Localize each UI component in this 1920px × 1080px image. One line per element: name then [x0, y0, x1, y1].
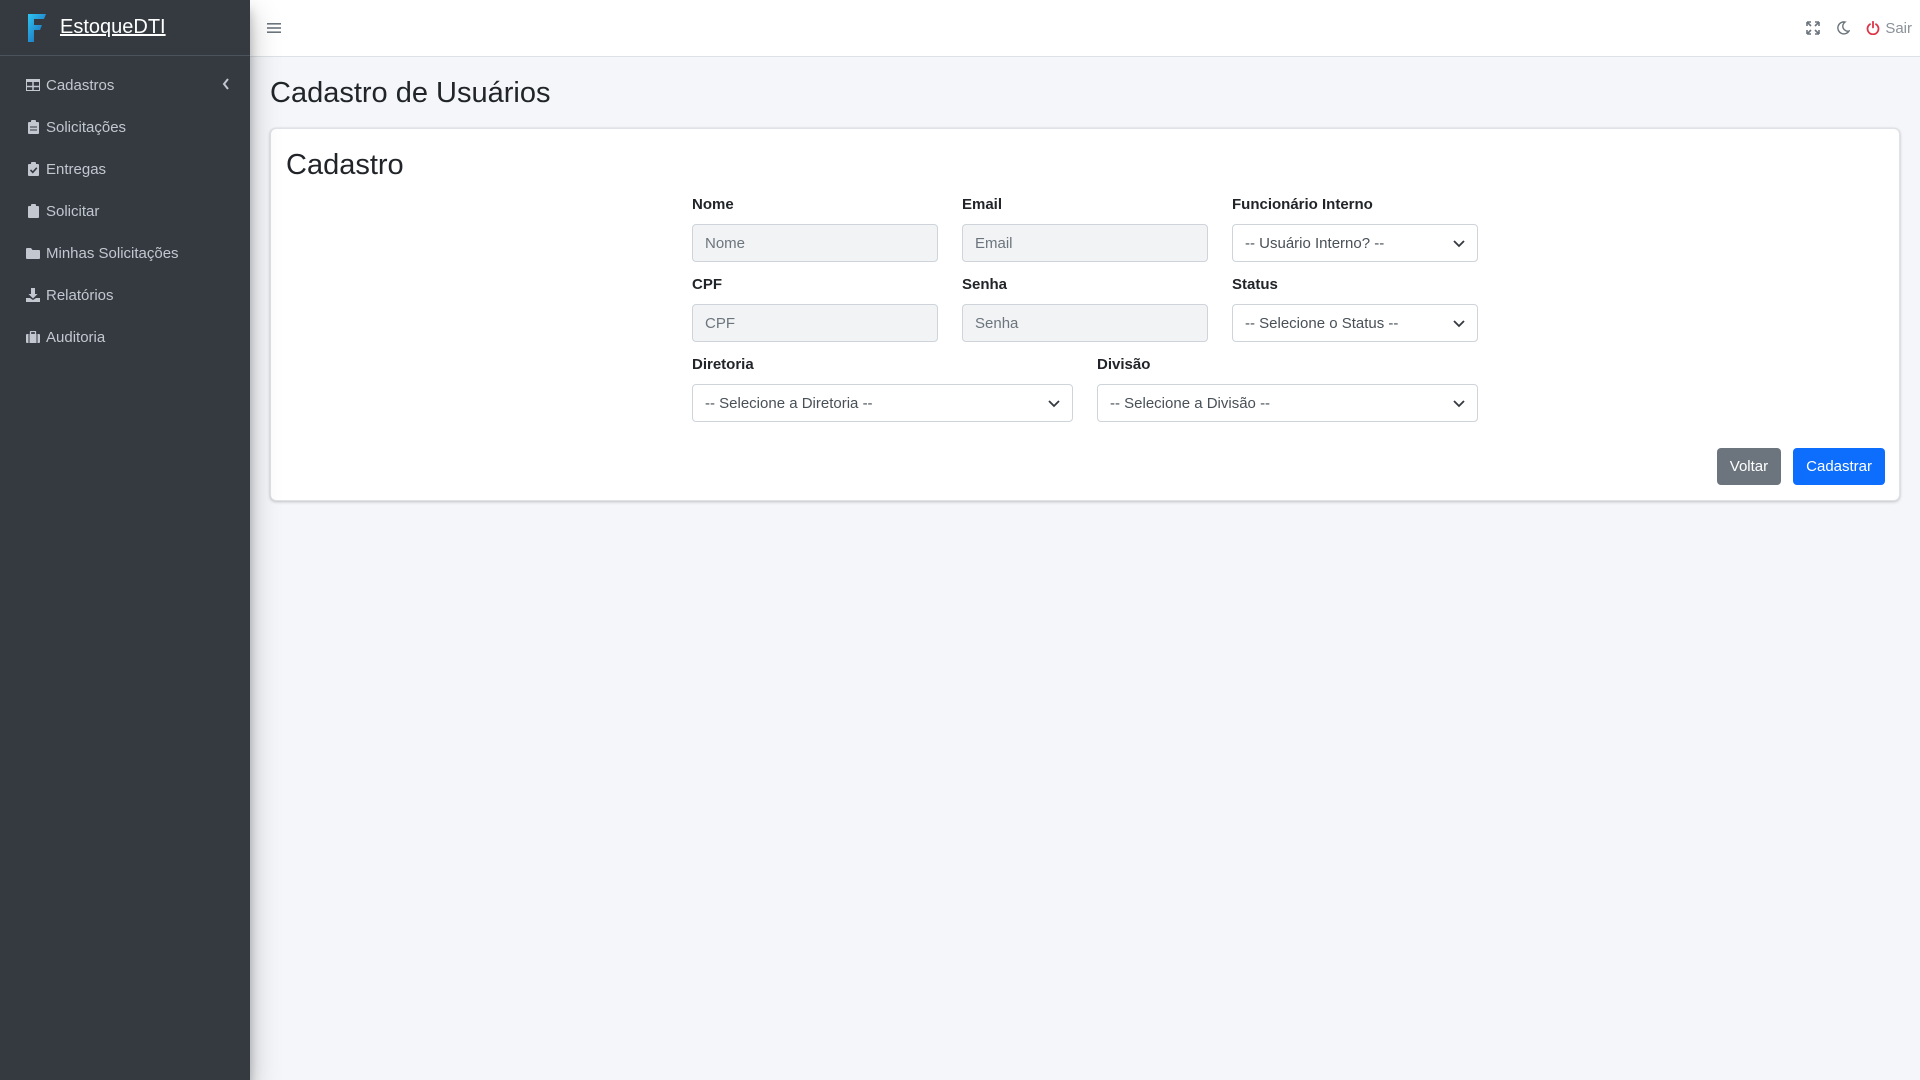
- registration-card: Cadastro Nome Nome Email Email Funcionár…: [270, 128, 1900, 501]
- topbar-actions: Sair: [1805, 20, 1912, 37]
- sidebar: EstoqueDTI Cadastros Solicitações Entreg…: [0, 0, 250, 1080]
- form-row: Diretoria -- Selecione a Diretoria -- Di…: [692, 355, 1482, 422]
- form-row: Nome Nome Email Email Funcionário Intern…: [692, 195, 1482, 262]
- sidebar-item-entregas[interactable]: Entregas: [0, 148, 250, 190]
- divisao-field-group: Divisão -- Selecione a Divisão --: [1097, 355, 1478, 422]
- senha-label: Senha: [962, 276, 1008, 293]
- briefcase-icon: [26, 330, 40, 344]
- sidebar-item-label: Minhas Solicitações: [46, 244, 179, 262]
- sidebar-item-label: Relatórios: [46, 286, 114, 304]
- senha-input[interactable]: Senha: [962, 304, 1208, 342]
- sidebar-item-label: Entregas: [46, 160, 107, 178]
- senha-field-group: Senha Senha: [962, 275, 1208, 342]
- hamburger-icon[interactable]: [258, 12, 290, 44]
- table-icon: [26, 78, 40, 92]
- divisao-select[interactable]: -- Selecione a Divisão --: [1097, 384, 1478, 422]
- cpf-field-group: CPF CPF: [692, 275, 938, 342]
- status-select-value: -- Selecione o Status --: [1245, 314, 1399, 332]
- main-content: Cadastro de Usuários Cadastro Nome Nome …: [250, 57, 1920, 501]
- chevron-down-icon: [1453, 235, 1465, 252]
- status-field-group: Status -- Selecione o Status --: [1232, 275, 1478, 342]
- clipboard-icon: [26, 204, 40, 218]
- diretoria-select-value: -- Selecione a Diretoria --: [705, 394, 873, 412]
- diretoria-select[interactable]: -- Selecione a Diretoria --: [692, 384, 1073, 422]
- divisao-label: Divisão: [1097, 356, 1151, 373]
- download-icon: [26, 288, 40, 302]
- topbar: Sair: [250, 0, 1920, 57]
- card-title: Cadastro: [286, 149, 404, 181]
- page-title: Cadastro de Usuários: [270, 77, 551, 109]
- diretoria-field-group: Diretoria -- Selecione a Diretoria --: [692, 355, 1073, 422]
- funcionario-select-value: -- Usuário Interno? --: [1245, 234, 1385, 252]
- clipboard-check-icon: [26, 162, 40, 176]
- logo-icon: [24, 12, 50, 44]
- submit-button[interactable]: Cadastrar: [1793, 448, 1885, 485]
- cpf-input[interactable]: CPF: [692, 304, 938, 342]
- brand-link[interactable]: EstoqueDTI: [0, 0, 250, 56]
- sidebar-item-label: Cadastros: [46, 76, 115, 94]
- sidebar-item-label: Solicitações: [46, 118, 127, 136]
- chevron-down-icon: [1048, 395, 1060, 412]
- email-label: Email: [962, 196, 1003, 213]
- status-label: Status: [1232, 276, 1278, 293]
- chevron-down-icon: [1453, 315, 1465, 332]
- logout-label: Sair: [1885, 19, 1912, 37]
- nome-input[interactable]: Nome: [692, 224, 938, 262]
- sidebar-item-relatorios[interactable]: Relatórios: [0, 274, 250, 316]
- folder-icon: [26, 246, 40, 260]
- sidebar-nav: Cadastros Solicitações Entregas Solicita…: [0, 56, 250, 358]
- status-select[interactable]: -- Selecione o Status --: [1232, 304, 1478, 342]
- chevron-left-icon: [222, 77, 230, 93]
- chevron-down-icon: [1453, 395, 1465, 412]
- back-button[interactable]: Voltar: [1716, 448, 1782, 485]
- power-icon: [1865, 20, 1881, 36]
- funcionario-select[interactable]: -- Usuário Interno? --: [1232, 224, 1478, 262]
- user-form: Nome Nome Email Email Funcionário Intern…: [692, 195, 1482, 435]
- funcionario-field-group: Funcionário Interno -- Usuário Interno? …: [1232, 195, 1478, 262]
- nome-field-group: Nome Nome: [692, 195, 938, 262]
- sidebar-item-auditoria[interactable]: Auditoria: [0, 316, 250, 358]
- email-field-group: Email Email: [962, 195, 1208, 262]
- cpf-label: CPF: [692, 276, 722, 293]
- sidebar-item-label: Auditoria: [46, 328, 106, 346]
- diretoria-label: Diretoria: [692, 356, 754, 373]
- fullscreen-icon[interactable]: [1805, 20, 1821, 36]
- moon-icon[interactable]: [1835, 20, 1851, 36]
- divisao-select-value: -- Selecione a Divisão --: [1110, 394, 1271, 412]
- nome-label: Nome: [692, 196, 734, 213]
- funcionario-label: Funcionário Interno: [1232, 196, 1373, 213]
- brand-name[interactable]: EstoqueDTI: [60, 16, 166, 39]
- form-actions: Voltar Cadastrar: [1716, 448, 1885, 485]
- form-row: CPF CPF Senha Senha Status -- Selecione …: [692, 275, 1482, 342]
- email-input[interactable]: Email: [962, 224, 1208, 262]
- sidebar-item-cadastros[interactable]: Cadastros: [0, 64, 250, 106]
- sidebar-item-solicitacoes[interactable]: Solicitações: [0, 106, 250, 148]
- clipboard-icon: [26, 120, 40, 134]
- logout-button[interactable]: Sair: [1865, 20, 1912, 37]
- sidebar-item-label: Solicitar: [46, 202, 100, 220]
- sidebar-item-solicitar[interactable]: Solicitar: [0, 190, 250, 232]
- sidebar-item-minhas-solicitacoes[interactable]: Minhas Solicitações: [0, 232, 250, 274]
